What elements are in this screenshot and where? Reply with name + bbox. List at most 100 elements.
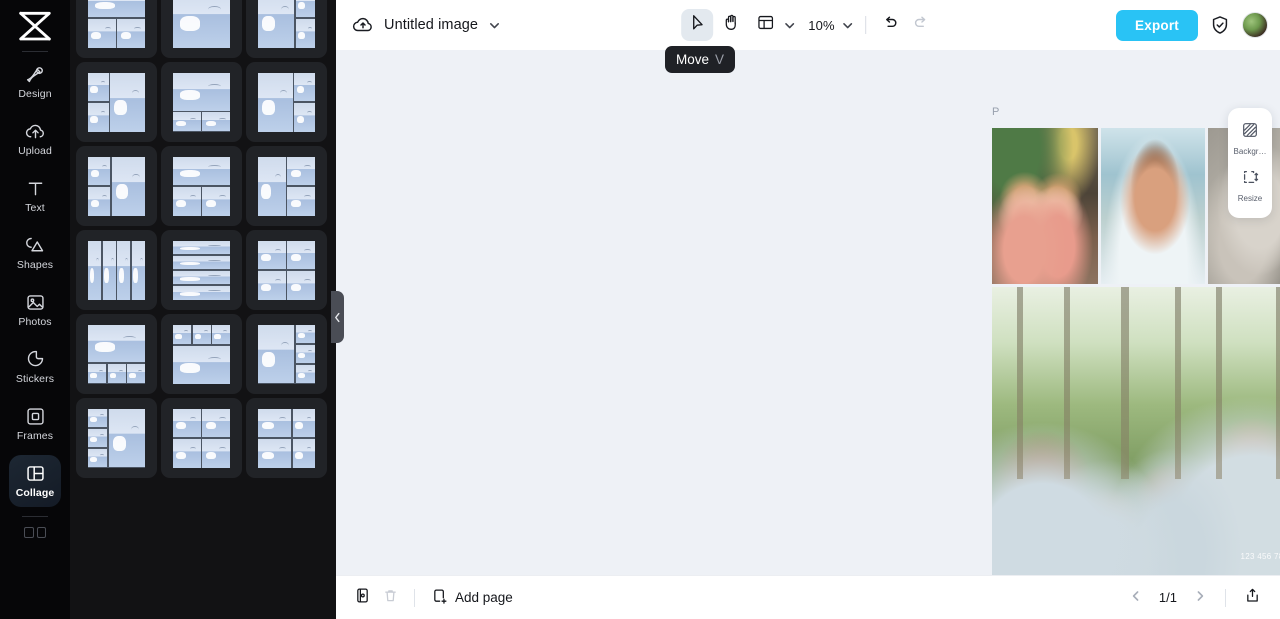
collage-template-t8[interactable] [161,146,242,226]
collage-template-t7[interactable] [76,146,157,226]
template-cell [88,428,108,448]
photo-watermark: 123 456 7890 [1240,552,1280,561]
app-logo-icon[interactable] [15,10,55,42]
collage-template-t18[interactable] [246,398,327,478]
template-cell [258,270,286,300]
zoom-level[interactable]: 10% [798,18,839,33]
template-cell [88,324,145,363]
export-button[interactable]: Export [1116,9,1198,41]
template-cell [173,255,230,270]
tooltip-label: Move [676,52,710,67]
template-cell [294,102,315,132]
collapse-panel-handle[interactable] [331,291,344,343]
collage-template-t4[interactable] [76,62,157,142]
template-preview [258,72,315,132]
collage-template-t10[interactable] [76,230,157,310]
template-cell [108,408,145,468]
bottom-toolbar: Add page 1/1 [336,575,1280,619]
photo-twin-girls[interactable] [992,128,1098,284]
collage-template-t5[interactable] [161,62,242,142]
collage-template-t17[interactable] [161,398,242,478]
add-page-button[interactable]: Add page [425,584,519,612]
sidebar-more-icon[interactable] [24,527,46,538]
template-cell [294,72,315,102]
undo-button[interactable] [877,11,905,39]
redo-button[interactable] [907,11,935,39]
resize-button[interactable]: Resize [1228,162,1272,209]
background-icon [1241,121,1259,144]
template-cell [173,438,201,468]
hand-tool-button[interactable] [715,9,747,41]
prev-page-button[interactable] [1123,585,1149,611]
collage-template-t1[interactable] [76,0,157,58]
move-tool-button[interactable] [681,9,714,41]
sidebar-item-collage[interactable]: Collage [9,455,61,507]
stickers-icon [25,349,46,370]
page-indicator: 1/1 [1158,590,1177,605]
document-title[interactable]: Untitled image [384,17,478,33]
layout-tool-button[interactable] [749,9,781,41]
sidebar-item-text[interactable]: Text [9,170,61,222]
template-cell [117,240,131,300]
template-cell [117,18,145,48]
duplicate-page-button[interactable] [348,584,376,612]
sidebar-item-shapes[interactable]: Shapes [9,227,61,279]
collage-template-t2[interactable] [161,0,242,58]
sidebar-item-photos[interactable]: Photos [9,284,61,336]
background-label: Backgr… [1233,147,1267,156]
sidebar-item-stickers[interactable]: Stickers [9,341,61,393]
collage-template-t12[interactable] [246,230,327,310]
layout-chevron-down-icon[interactable] [783,19,796,32]
next-page-button[interactable] [1187,585,1213,611]
sidebar-item-frames[interactable]: Frames [9,398,61,450]
sidebar-item-design[interactable]: Design [9,56,61,108]
template-cell [88,448,108,468]
template-cell [107,363,126,384]
template-cell [258,156,286,216]
undo-arrow-icon [882,14,899,36]
sidebar-item-label: Collage [15,487,55,499]
chevron-down-icon[interactable] [488,19,501,32]
template-cell [295,18,315,48]
collage-template-t9[interactable] [246,146,327,226]
photo-boy-laughing[interactable] [1101,128,1205,284]
template-preview [173,408,230,468]
template-cell [202,112,230,132]
template-preview [258,240,315,300]
duplicate-page-icon [354,587,371,609]
export-page-button[interactable] [1238,584,1266,612]
collage-template-t3[interactable] [246,0,327,58]
delete-page-button[interactable] [376,584,404,612]
photo-family-forest[interactable]: 123 456 7890 [992,287,1280,575]
collage-template-t14[interactable] [161,314,242,394]
collage-template-t13[interactable] [76,314,157,394]
rail-divider-top [22,51,48,52]
collage-template-t16[interactable] [76,398,157,478]
resize-label: Resize [1237,194,1263,203]
shield-check-icon[interactable] [1209,14,1231,36]
canvas-area[interactable]: P 123 456 7890 [336,50,1280,575]
design-icon [25,64,46,85]
chevron-right-icon [1194,589,1206,607]
template-cell [287,240,315,270]
template-cell [258,240,286,270]
layout-grid-icon [756,13,775,37]
template-cell [88,363,106,384]
toolbar-left-group: Untitled image [352,14,501,36]
collage-templates-panel [70,0,336,619]
avatar[interactable] [1242,12,1268,38]
sidebar-item-upload[interactable]: Upload [9,113,61,165]
zoom-chevron-down-icon[interactable] [841,19,854,32]
canvas-tools-panel: Backgr… Resize [1228,108,1272,218]
template-cell [287,156,315,186]
background-button[interactable]: Backgr… [1228,115,1272,162]
collage-template-t11[interactable] [161,230,242,310]
template-cell [287,270,315,300]
template-cell [88,408,108,428]
template-cell [173,240,230,255]
template-preview [173,240,230,300]
template-cell [295,344,315,364]
cloud-sync-icon[interactable] [352,14,374,36]
collage-template-t6[interactable] [246,62,327,142]
collage-template-t15[interactable] [246,314,327,394]
